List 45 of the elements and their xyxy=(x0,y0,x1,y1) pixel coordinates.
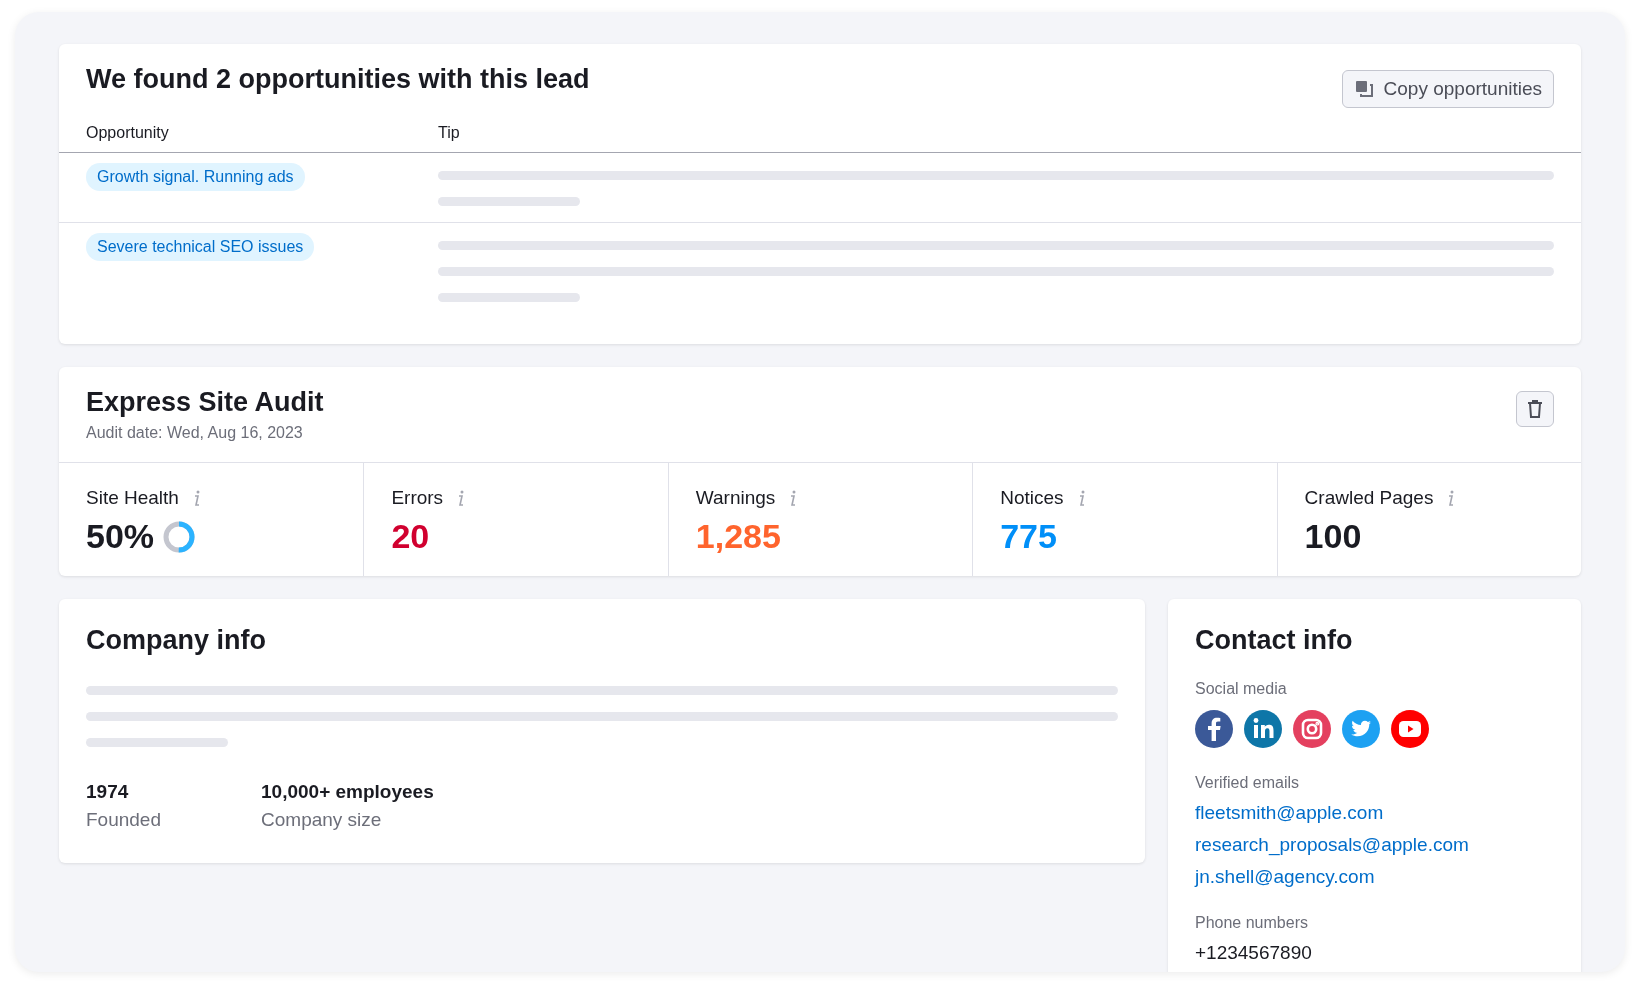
column-header: Tip xyxy=(438,124,460,142)
metric-value: 775 xyxy=(1000,517,1057,556)
instagram-icon[interactable] xyxy=(1293,710,1331,748)
info-icon[interactable] xyxy=(1447,490,1456,506)
section-label: Phone numbers xyxy=(1195,914,1308,932)
stat-value: 10,000+ employees xyxy=(261,781,434,803)
metric-label: Notices xyxy=(1000,487,1064,509)
opportunity-tag: Severe technical SEO issues xyxy=(86,233,315,261)
section-label: Social media xyxy=(1195,680,1287,698)
copy-icon xyxy=(1353,79,1374,99)
youtube-icon[interactable] xyxy=(1391,710,1429,748)
info-icon[interactable] xyxy=(789,490,798,506)
stat-label: Founded xyxy=(86,809,161,831)
info-icon[interactable] xyxy=(192,490,201,506)
trash-icon xyxy=(1527,400,1543,418)
email-link[interactable]: research_proposals@apple.com xyxy=(1195,834,1469,856)
copy-opportunities-button[interactable]: Copy opportunities xyxy=(1341,70,1554,108)
metric-value: 20 xyxy=(391,517,430,556)
metric-value: 50% xyxy=(86,517,155,556)
card-title: Express Site Audit xyxy=(86,387,324,418)
stat-value: 1974 xyxy=(86,781,130,803)
metric-label: Warnings xyxy=(695,487,776,509)
opportunity-tag: Growth signal. Running ads xyxy=(86,163,305,191)
metric-value: 100 xyxy=(1304,517,1362,556)
metric-value: 1,285 xyxy=(695,517,781,556)
stat-label: Company size xyxy=(261,809,383,831)
column-header: Opportunity xyxy=(86,124,170,142)
linkedin-icon[interactable] xyxy=(1244,710,1282,748)
twitter-icon[interactable] xyxy=(1342,710,1380,748)
health-donut xyxy=(162,519,197,554)
info-icon[interactable] xyxy=(1077,490,1086,506)
card-title: Contact info xyxy=(1195,625,1353,656)
info-icon[interactable] xyxy=(457,490,466,506)
card-title: We found 2 opportunities with this lead xyxy=(86,64,590,95)
section-label: Verified emails xyxy=(1195,774,1300,792)
metric-label: Crawled Pages xyxy=(1304,487,1434,509)
card-title: Company info xyxy=(86,625,267,656)
email-link[interactable]: jn.shell@agency.com xyxy=(1195,866,1469,888)
phone-number: +1234567890 xyxy=(1195,942,1312,964)
metric-label: Site Health xyxy=(86,487,179,509)
facebook-icon[interactable] xyxy=(1195,710,1233,748)
metric-label: Errors xyxy=(391,487,444,509)
email-link[interactable]: fleetsmith@apple.com xyxy=(1195,802,1469,824)
delete-button[interactable] xyxy=(1516,391,1554,427)
audit-date: Audit date: Wed, Aug 16, 2023 xyxy=(86,424,304,442)
